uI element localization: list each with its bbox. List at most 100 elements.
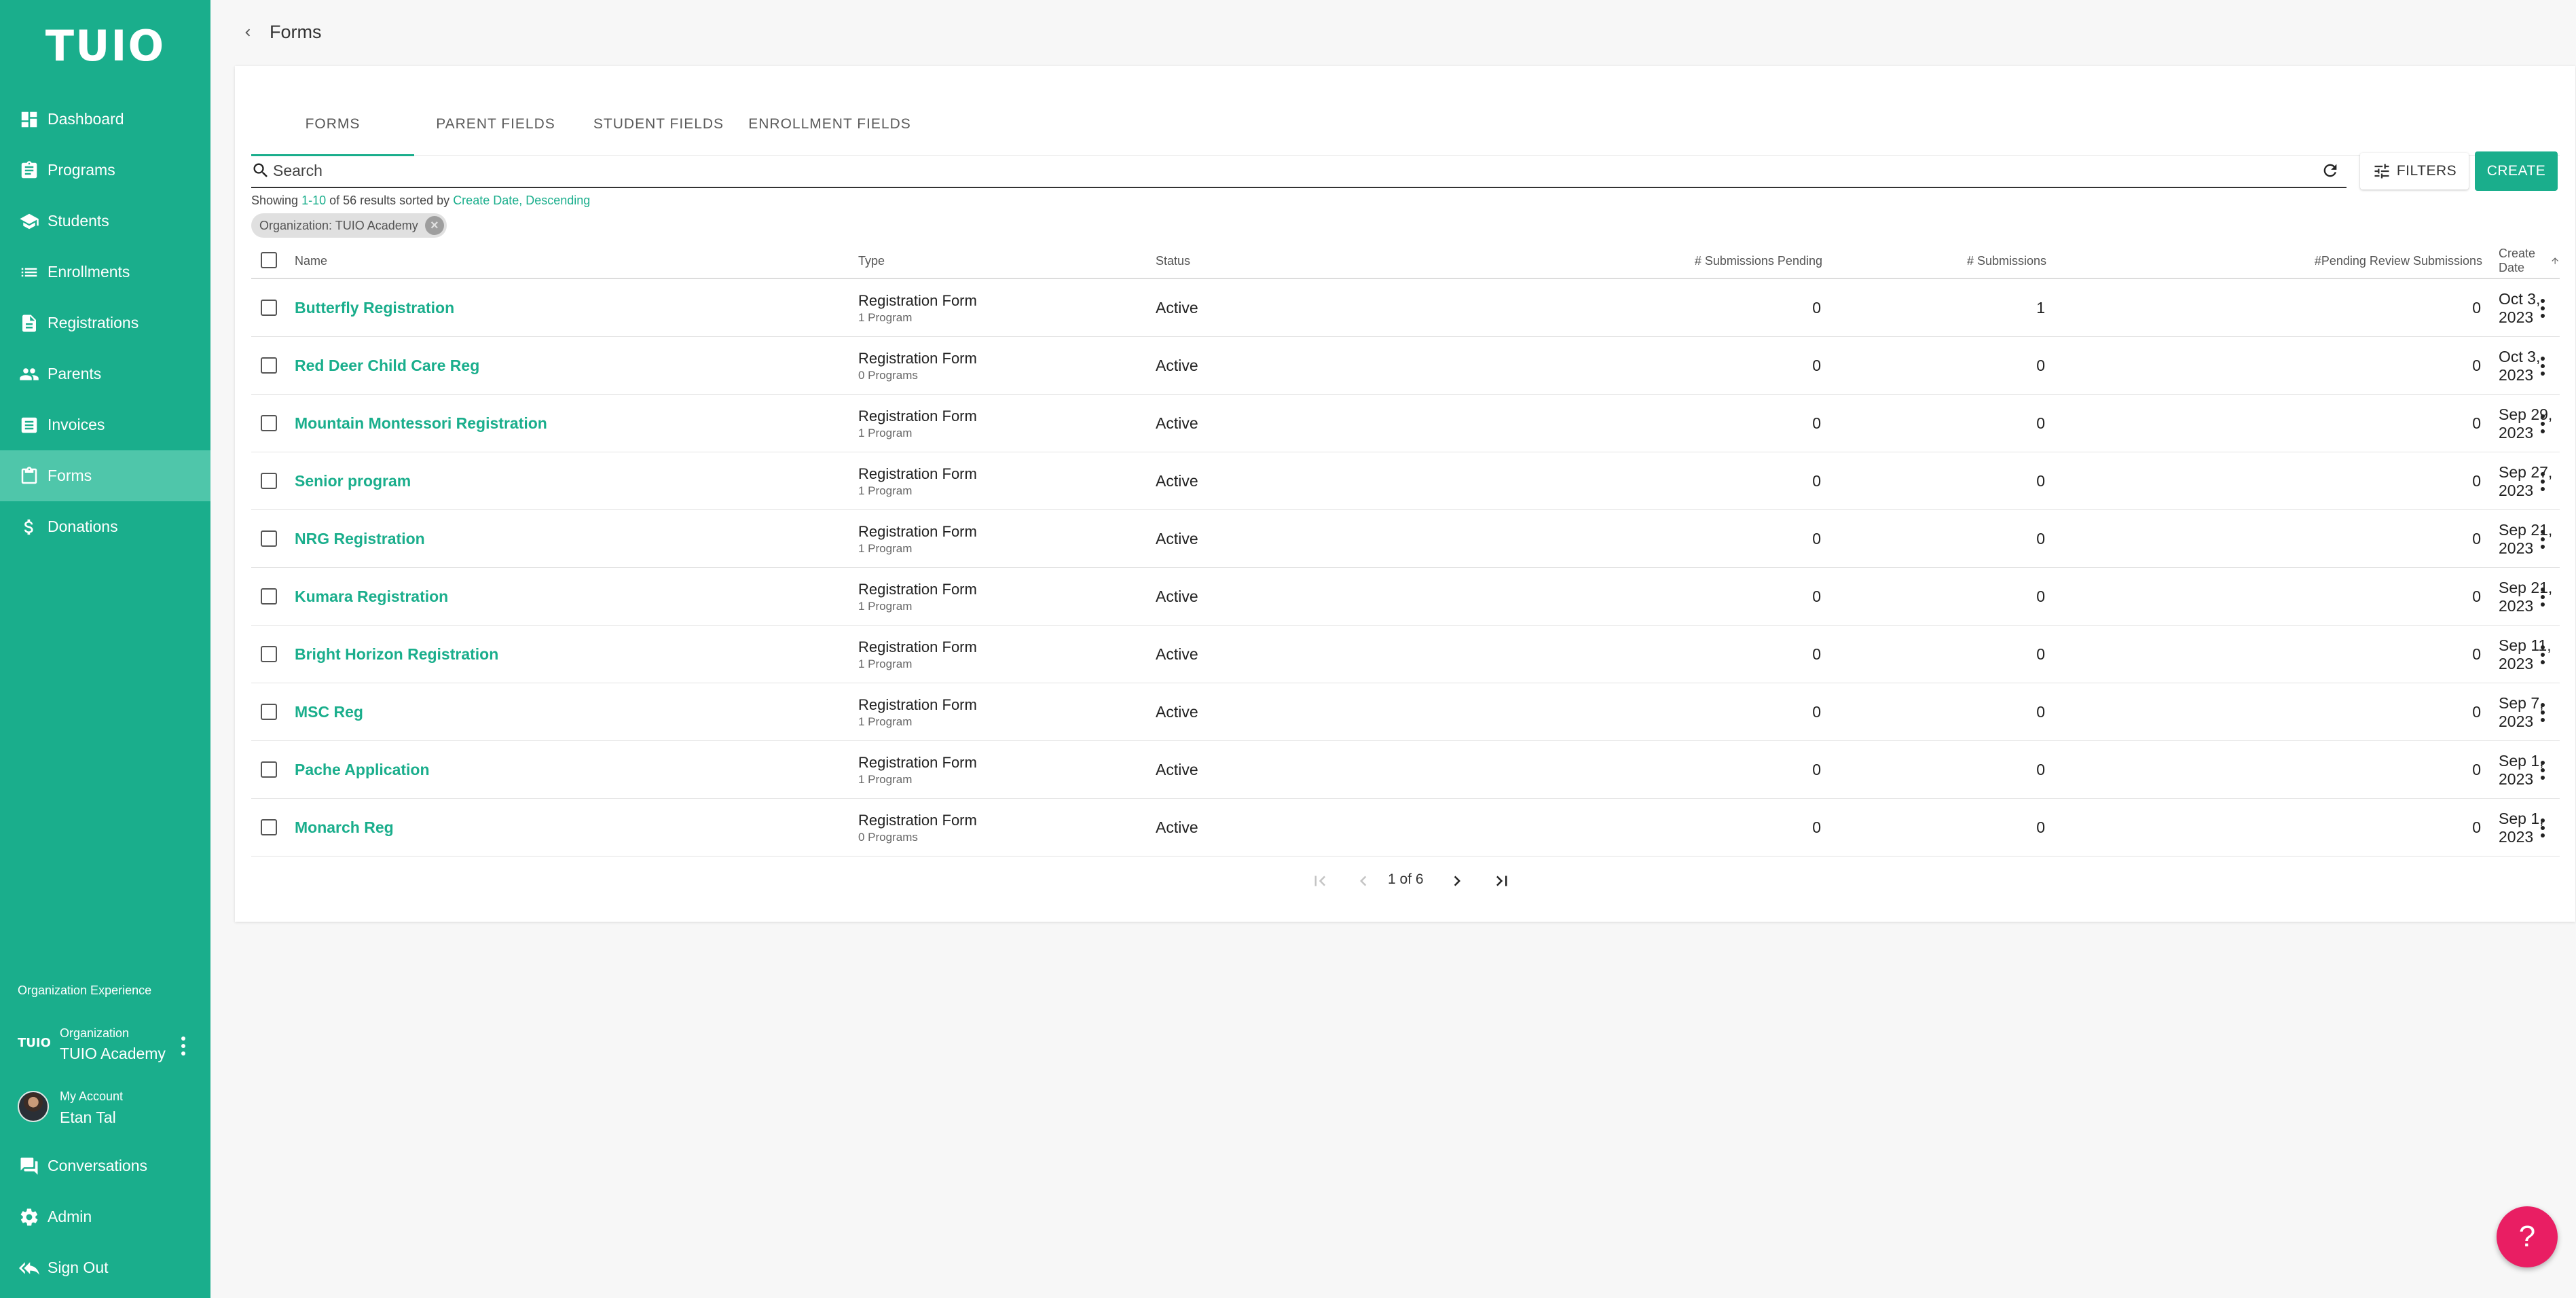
- form-name-link[interactable]: Monarch Reg: [295, 818, 394, 837]
- sidebar-item-students[interactable]: Students: [0, 196, 210, 247]
- table-row[interactable]: Red Deer Child Care Reg Registration Form…: [251, 337, 2560, 395]
- row-checkbox[interactable]: [261, 300, 277, 316]
- row-checkbox[interactable]: [261, 357, 277, 374]
- filters-button[interactable]: FILTERS: [2360, 153, 2469, 190]
- sidebar-item-dashboard[interactable]: Dashboard: [0, 94, 210, 145]
- tab-enrollment-fields[interactable]: ENROLLMENT FIELDS: [740, 93, 919, 156]
- row-menu-icon[interactable]: [2533, 510, 2553, 568]
- first-page-button[interactable]: [1306, 867, 1333, 895]
- row-checkbox[interactable]: [261, 588, 277, 605]
- next-page-button[interactable]: [1443, 867, 1471, 895]
- avatar[interactable]: [18, 1091, 49, 1122]
- table-row[interactable]: MSC Reg Registration Form 1 Program Active 0…: [251, 683, 2560, 741]
- account-name[interactable]: Etan Tal: [60, 1108, 116, 1127]
- type-cell: Registration Form 1 Program: [858, 683, 977, 741]
- column-header-submissions[interactable]: # Submissions: [1822, 242, 2046, 279]
- help-button[interactable]: ?: [2497, 1206, 2558, 1267]
- arrow-up-icon: [2552, 257, 2558, 264]
- tab-student-fields[interactable]: STUDENT FIELDS: [577, 93, 740, 156]
- form-name-link[interactable]: Butterfly Registration: [295, 299, 454, 317]
- chevron-left-icon: [1360, 876, 1367, 886]
- pending-review-cell: 0: [2472, 703, 2481, 721]
- sidebar-item-parents[interactable]: Parents: [0, 348, 210, 399]
- sidebar-item-sign-out[interactable]: Sign Out: [0, 1242, 210, 1293]
- sidebar-item-donations[interactable]: Donations: [0, 501, 210, 552]
- column-header-name[interactable]: Name: [295, 242, 327, 279]
- row-checkbox[interactable]: [261, 473, 277, 489]
- tab-forms[interactable]: FORMS: [251, 93, 414, 156]
- column-header-type[interactable]: Type: [858, 242, 885, 279]
- form-name-link[interactable]: Red Deer Child Care Reg: [295, 357, 479, 375]
- chip-remove-icon[interactable]: ×: [424, 216, 444, 235]
- refresh-icon[interactable]: [2321, 161, 2340, 180]
- column-header-status[interactable]: Status: [1156, 242, 1190, 279]
- table-row[interactable]: Pache Application Registration Form 1 Prog…: [251, 741, 2560, 799]
- row-menu-icon[interactable]: [2533, 683, 2553, 741]
- sidebar-item-admin[interactable]: Admin: [0, 1191, 210, 1242]
- organization-menu-icon[interactable]: [175, 1034, 191, 1058]
- form-name-link[interactable]: MSC Reg: [295, 703, 363, 721]
- last-page-button[interactable]: [1488, 867, 1515, 895]
- create-button[interactable]: CREATE: [2475, 151, 2558, 191]
- row-checkbox[interactable]: [261, 704, 277, 720]
- row-menu-icon[interactable]: [2533, 395, 2553, 452]
- organization-name[interactable]: TUIO Academy: [60, 1045, 166, 1063]
- name-cell: Kumara Registration: [295, 568, 448, 626]
- submissions-pending-cell: 0: [1812, 703, 1821, 721]
- type-cell: Registration Form 1 Program: [858, 568, 977, 626]
- sidebar-item-conversations[interactable]: Conversations: [0, 1140, 210, 1191]
- column-header-submissions-pending[interactable]: # Submissions Pending: [1439, 242, 1822, 279]
- row-menu-icon[interactable]: [2533, 741, 2553, 799]
- table-row[interactable]: Butterfly Registration Registration Form 1…: [251, 279, 2560, 337]
- name-cell: Monarch Reg: [295, 799, 394, 857]
- people-icon: [20, 367, 39, 380]
- summary-sort-link[interactable]: Create Date, Descending: [453, 194, 590, 207]
- column-header-create-date[interactable]: Create Date: [2499, 242, 2560, 279]
- column-header-pending-review[interactable]: #Pending Review Submissions: [2046, 242, 2482, 279]
- row-checkbox[interactable]: [261, 646, 277, 662]
- logo[interactable]: TUIO: [0, 15, 210, 76]
- sidebar-item-programs[interactable]: Programs: [0, 145, 210, 196]
- table-row[interactable]: Bright Horizon Registration Registration …: [251, 626, 2560, 683]
- row-checkbox[interactable]: [261, 761, 277, 778]
- form-name-link[interactable]: Mountain Montessori Registration: [295, 414, 547, 433]
- search-input[interactable]: [273, 161, 2242, 180]
- form-name-link[interactable]: Kumara Registration: [295, 588, 448, 606]
- row-menu-icon[interactable]: [2533, 799, 2553, 857]
- row-menu-icon[interactable]: [2533, 568, 2553, 626]
- form-name-link[interactable]: Bright Horizon Registration: [295, 645, 498, 664]
- sidebar-item-enrollments[interactable]: Enrollments: [0, 247, 210, 298]
- table-row[interactable]: Kumara Registration Registration Form 1 Pr…: [251, 568, 2560, 626]
- results-summary: Showing 1-10 of 56 results sorted by Cre…: [251, 194, 590, 208]
- row-menu-icon[interactable]: [2533, 452, 2553, 510]
- chevron-right-icon: [1454, 876, 1460, 886]
- table-row[interactable]: Monarch Reg Registration Form 0 Programs Ac…: [251, 799, 2560, 857]
- program-count: 1 Program: [858, 599, 913, 613]
- sidebar-item-registrations[interactable]: Registrations: [0, 298, 210, 348]
- status-cell: Active: [1156, 472, 1198, 490]
- pending-review-cell: 0: [2472, 299, 2481, 317]
- table-row[interactable]: Senior program Registration Form 1 Program…: [251, 452, 2560, 510]
- table-row[interactable]: NRG Registration Registration Form 1 Progr…: [251, 510, 2560, 568]
- submissions-cell: 0: [2036, 645, 2045, 663]
- type-cell: Registration Form 0 Programs: [858, 799, 977, 857]
- select-all-checkbox[interactable]: [261, 252, 277, 268]
- form-name-link[interactable]: Senior program: [295, 472, 411, 490]
- row-checkbox[interactable]: [261, 530, 277, 547]
- previous-page-button[interactable]: [1350, 867, 1377, 895]
- tab-parent-fields[interactable]: PARENT FIELDS: [414, 93, 577, 156]
- row-menu-icon[interactable]: [2533, 626, 2553, 683]
- form-name-link[interactable]: Pache Application: [295, 761, 430, 779]
- table-row[interactable]: Mountain Montessori Registration Registra…: [251, 395, 2560, 452]
- form-name-link[interactable]: NRG Registration: [295, 530, 425, 548]
- sidebar-item-invoices[interactable]: Invoices: [0, 399, 210, 450]
- row-menu-icon[interactable]: [2533, 279, 2553, 337]
- back-button[interactable]: [238, 20, 258, 45]
- row-checkbox[interactable]: [261, 415, 277, 431]
- sidebar-item-forms[interactable]: Forms: [0, 450, 210, 501]
- org-experience-label: Organization Experience: [18, 984, 152, 997]
- row-menu-icon[interactable]: [2533, 337, 2553, 395]
- row-checkbox[interactable]: [261, 819, 277, 835]
- filter-chip-label: Organization: TUIO Academy: [259, 218, 418, 232]
- submissions-cell: 0: [2036, 414, 2045, 432]
